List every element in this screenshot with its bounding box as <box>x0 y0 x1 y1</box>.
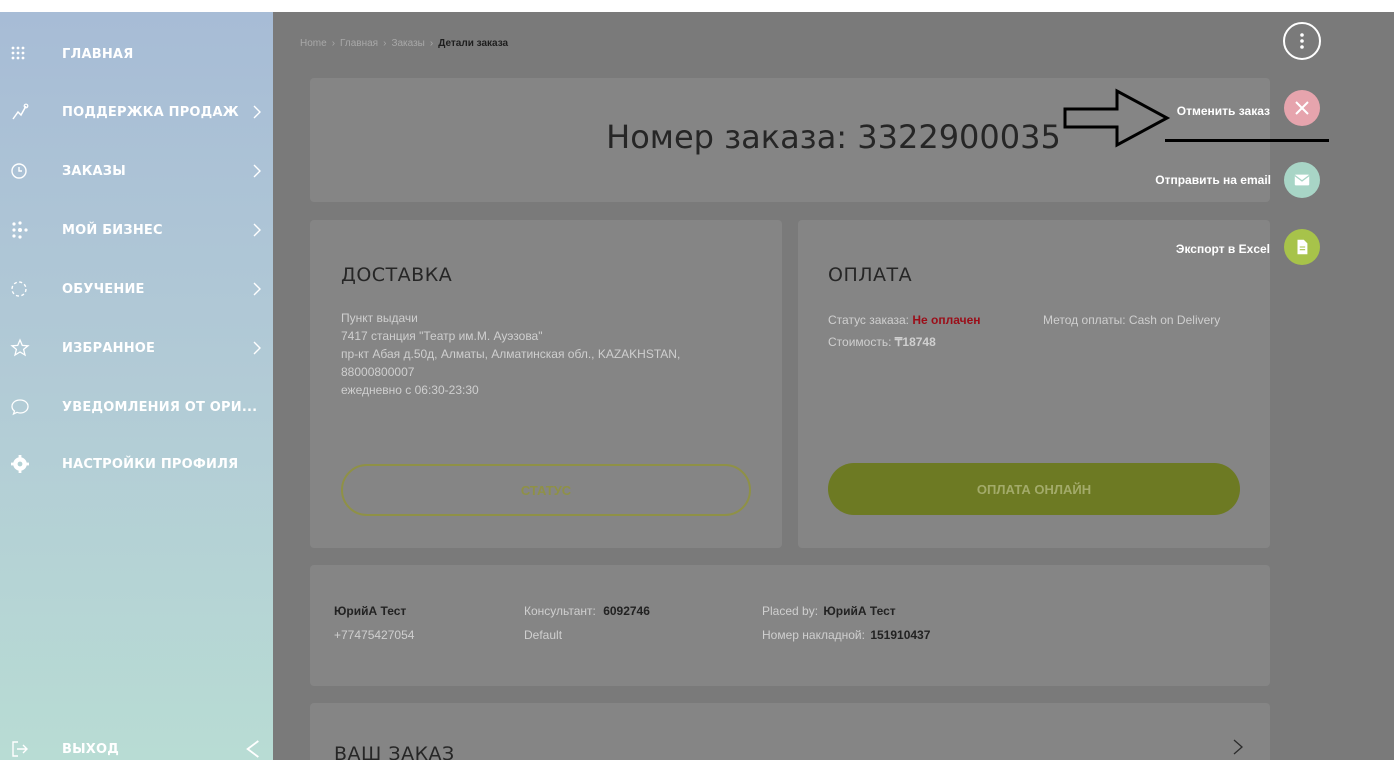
placed-by-value: ЮрийА Тест <box>823 604 896 618</box>
grid-icon <box>11 46 25 60</box>
circle-dots-icon <box>11 281 27 297</box>
payment-title: ОПЛАТА <box>828 264 913 286</box>
payment-cost-label: Стоимость: <box>828 335 892 349</box>
delivery-line: ежедневно с 06:30-23:30 <box>341 383 479 397</box>
payment-card: ОПЛАТА Статус заказа: Не оплачен Метод о… <box>798 220 1270 548</box>
breadcrumb-current: Детали заказа <box>438 38 509 49</box>
export-excel-label[interactable]: Экспорт в Excel <box>1176 242 1270 256</box>
sidebar-item-label: УВЕДОМЛЕНИЯ ОТ ОРИ... <box>62 399 258 415</box>
sidebar-item-favorites[interactable]: ИЗБРАННОЕ <box>0 328 273 368</box>
delivery-title: ДОСТАВКА <box>341 264 453 286</box>
delivery-line: 88000800007 <box>341 365 415 379</box>
chevron-right-icon <box>253 164 261 178</box>
delivery-line: Пункт выдачи <box>341 311 418 325</box>
logout-label: ВЫХОД <box>62 741 120 757</box>
clock-icon <box>11 163 27 179</box>
your-order-title: ВАШ ЗАКАЗ <box>334 743 455 760</box>
delivery-line: пр-кт Абая д.50д, Алматы, Алматинская об… <box>341 347 681 361</box>
delivery-card: ДОСТАВКА Пункт выдачи 7417 станция "Теат… <box>310 220 782 548</box>
payment-status: Статус заказа: Не оплачен <box>828 312 981 329</box>
customer-phone: +77475427054 <box>334 628 415 642</box>
placed-by: Placed by: ЮрийА Тест <box>762 603 896 620</box>
chevron-left-icon[interactable] <box>245 738 261 760</box>
sidebar-item-my-business[interactable]: МОЙ БИЗНЕС <box>0 210 273 250</box>
customer-name: ЮрийА Тест <box>334 604 407 618</box>
sidebar-item-label: ОБУЧЕНИЕ <box>62 281 145 297</box>
consultant: Консультант: 6092746 <box>524 603 650 620</box>
sidebar-item-label: ГЛАВНАЯ <box>62 46 134 62</box>
breadcrumb-item[interactable]: Home <box>300 38 327 49</box>
logout-icon <box>12 741 28 757</box>
payment-status-label: Статус заказа: <box>828 313 910 327</box>
waybill-value: 151910437 <box>870 628 931 642</box>
sidebar-item-label: ЗАКАЗЫ <box>62 163 126 179</box>
sidebar-item-profile-settings[interactable]: НАСТРОЙКИ ПРОФИЛЯ <box>0 444 273 484</box>
chevron-right-icon <box>253 341 261 355</box>
consultant-sub: Default <box>524 628 563 642</box>
sidebar-item-label: НАСТРОЙКИ ПРОФИЛЯ <box>62 456 239 472</box>
page-title: Номер заказа: 3322900035 <box>606 118 1061 156</box>
annotation-arrow <box>1063 88 1171 148</box>
status-button[interactable]: СТАТУС <box>341 464 751 516</box>
send-email-label[interactable]: Отправить на email <box>1155 173 1271 187</box>
chevron-right-icon <box>253 105 261 119</box>
payment-status-value: Не оплачен <box>912 313 981 327</box>
chevron-right-icon <box>253 282 261 296</box>
payment-method-value: Cash on Delivery <box>1128 313 1221 327</box>
network-icon <box>12 221 28 239</box>
waybill-label: Номер накладной: <box>762 628 865 642</box>
more-menu-button[interactable] <box>1283 22 1321 60</box>
consultant-value: 6092746 <box>603 604 650 618</box>
document-icon <box>1297 239 1308 255</box>
sidebar-item-label: ПОДДЕРЖКА ПРОДАЖ <box>62 104 239 120</box>
sidebar-item-notifications[interactable]: УВЕДОМЛЕНИЯ ОТ ОРИ... <box>0 387 273 427</box>
gear-icon <box>11 455 29 473</box>
chat-icon <box>11 399 29 416</box>
export-excel-button[interactable] <box>1284 229 1320 265</box>
chart-icon <box>12 103 29 120</box>
sidebar-item-training[interactable]: ОБУЧЕНИЕ <box>0 269 273 309</box>
customer-card: ЮрийА Тест +77475427054 Консультант: 609… <box>310 565 1270 686</box>
sidebar: ГЛАВНАЯ ПОДДЕРЖКА ПРОДАЖ ЗАКАЗЫ МОЙ БИЗН… <box>0 12 273 760</box>
chevron-right-icon <box>253 223 261 237</box>
main-content: Home › Главная › Заказы › Детали заказа Номер … <box>273 12 1394 760</box>
cancel-order-label[interactable]: Отменить заказ <box>1177 104 1270 118</box>
sidebar-item-orders[interactable]: ЗАКАЗЫ <box>0 151 273 191</box>
your-order-card[interactable]: ВАШ ЗАКАЗ <box>310 703 1270 760</box>
delivery-line: 7417 станция "Театр им.М. Ауэзова" <box>341 329 543 343</box>
sidebar-item-sales-support[interactable]: ПОДДЕРЖКА ПРОДАЖ <box>0 92 273 132</box>
pay-online-button[interactable]: ОПЛАТА ОНЛАЙН <box>828 463 1240 515</box>
payment-method: Метод оплаты: Cash on Delivery <box>1043 312 1220 329</box>
mail-icon <box>1294 174 1310 186</box>
sidebar-item-label: МОЙ БИЗНЕС <box>62 222 163 238</box>
breadcrumb-item[interactable]: Главная <box>340 38 378 49</box>
payment-cost-value: ₸18748 <box>894 335 936 349</box>
breadcrumb-item[interactable]: Заказы <box>391 38 424 49</box>
chevron-right-icon <box>1233 739 1243 755</box>
send-email-button[interactable] <box>1284 162 1320 198</box>
star-icon <box>10 338 30 357</box>
sidebar-item-home[interactable]: ГЛАВНАЯ <box>0 34 273 74</box>
more-vertical-icon <box>1300 33 1304 49</box>
payment-method-label: Метод оплаты: <box>1043 313 1126 327</box>
logout-button[interactable]: ВЫХОД <box>0 729 273 760</box>
payment-cost: Стоимость: ₸18748 <box>828 334 936 351</box>
waybill: Номер накладной: 151910437 <box>762 627 930 644</box>
annotation-underline <box>1165 139 1329 142</box>
placed-by-label: Placed by: <box>762 604 819 618</box>
consultant-label: Консультант: <box>524 604 596 618</box>
breadcrumb: Home › Главная › Заказы › Детали заказа <box>300 38 509 49</box>
close-icon <box>1295 101 1309 115</box>
cancel-order-button[interactable] <box>1284 90 1320 126</box>
sidebar-item-label: ИЗБРАННОЕ <box>62 340 156 356</box>
